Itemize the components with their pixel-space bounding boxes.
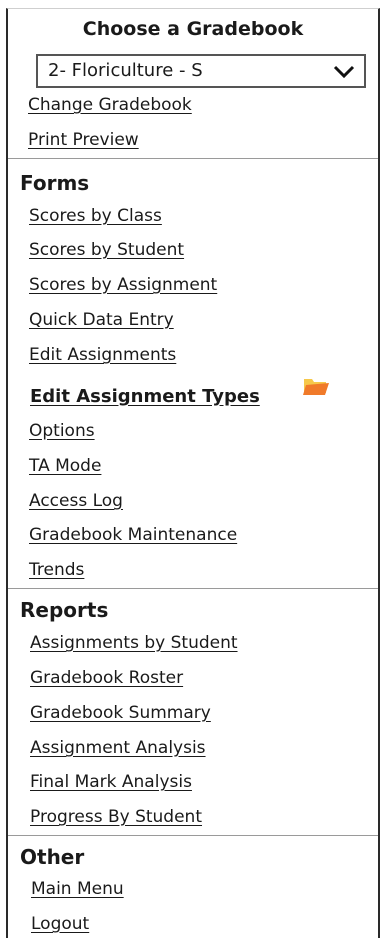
gradebook-select-value: 2- Floriculture - S <box>48 60 203 81</box>
print-preview-link[interactable]: Print Preview <box>28 130 139 150</box>
assignments-by-student-link[interactable]: Assignments by Student <box>30 633 238 653</box>
quick-data-entry-link[interactable]: Quick Data Entry <box>29 310 174 330</box>
edit-assignments-link[interactable]: Edit Assignments <box>29 345 176 365</box>
options-link[interactable]: Options <box>29 421 95 441</box>
progress-by-student-link[interactable]: Progress By Student <box>30 807 202 827</box>
scores-by-assignment-link[interactable]: Scores by Assignment <box>29 275 217 295</box>
chevron-down-icon <box>333 65 355 79</box>
section-divider <box>8 158 378 159</box>
logout-link[interactable]: Logout <box>31 914 89 934</box>
section-divider <box>8 835 378 836</box>
section-divider <box>8 588 378 589</box>
folder-icon <box>303 379 329 395</box>
assignment-analysis-link[interactable]: Assignment Analysis <box>30 738 206 758</box>
scores-by-class-link[interactable]: Scores by Class <box>29 206 162 226</box>
gradebook-summary-link[interactable]: Gradebook Summary <box>30 703 211 723</box>
trends-link[interactable]: Trends <box>29 560 84 580</box>
change-gradebook-link[interactable]: Change Gradebook <box>28 95 192 115</box>
edit-assignment-types-link[interactable]: Edit Assignment Types <box>30 386 260 407</box>
gradebook-select[interactable]: 2- Floriculture - S <box>36 54 366 88</box>
gradebook-roster-link[interactable]: Gradebook Roster <box>30 668 183 688</box>
choose-gradebook-heading: Choose a Gradebook <box>82 18 304 40</box>
main-menu-link[interactable]: Main Menu <box>31 879 124 899</box>
scores-by-student-link[interactable]: Scores by Student <box>29 240 184 260</box>
ta-mode-link[interactable]: TA Mode <box>29 456 101 476</box>
forms-section-title: Forms <box>20 171 90 195</box>
access-log-link[interactable]: Access Log <box>29 491 123 511</box>
reports-section-title: Reports <box>20 598 109 622</box>
gradebook-navigation-panel: Choose a Gradebook 2- Floriculture - S C… <box>6 8 380 938</box>
gradebook-maintenance-link[interactable]: Gradebook Maintenance <box>29 525 237 545</box>
other-section-title: Other <box>20 845 85 869</box>
final-mark-analysis-link[interactable]: Final Mark Analysis <box>30 772 192 792</box>
